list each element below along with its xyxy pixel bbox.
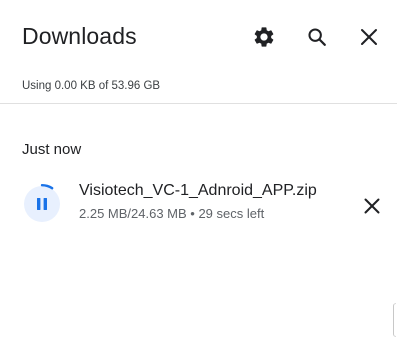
gear-icon	[254, 27, 274, 47]
close-button[interactable]	[355, 23, 383, 51]
download-progress-indicator[interactable]	[22, 184, 62, 224]
download-file-name[interactable]: Visiotech_VC-1_Adnroid_APP.zip	[79, 182, 317, 200]
header-divider	[0, 103, 397, 104]
section-header-just-now: Just now	[22, 141, 82, 158]
page-title: Downloads	[22, 23, 137, 49]
settings-button[interactable]	[250, 23, 278, 51]
close-icon	[361, 29, 377, 45]
cancel-download-button[interactable]	[358, 192, 386, 220]
search-button[interactable]	[303, 23, 331, 51]
app-header: Downloads	[0, 0, 397, 72]
progress-track	[24, 186, 60, 222]
download-status: 2.25 MB/24.63 MB • 29 secs left	[79, 206, 265, 221]
download-list-item[interactable]: Visiotech_VC-1_Adnroid_APP.zip 2.25 MB/2…	[0, 178, 397, 234]
storage-usage-text: Using 0.00 KB of 53.96 GB	[22, 80, 161, 92]
close-icon	[364, 198, 380, 214]
search-icon	[308, 28, 326, 46]
scroll-edge-handle	[393, 303, 396, 337]
